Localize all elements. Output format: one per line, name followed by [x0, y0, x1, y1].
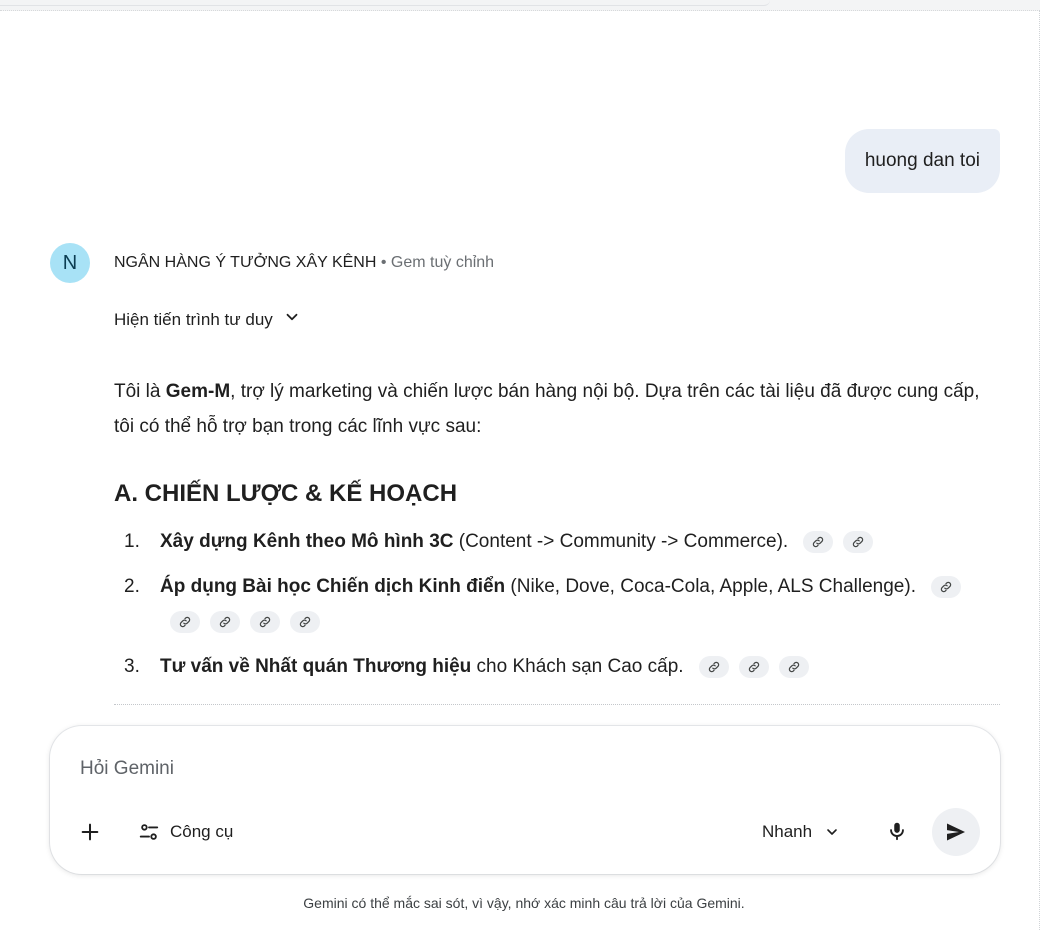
prompt-input[interactable] [80, 758, 780, 780]
answer-intro-paragraph: Tôi là Gem-M, trợ lý marketing và chiến … [114, 374, 1004, 444]
link-icon [748, 661, 760, 673]
gem-avatar-letter: N [62, 251, 78, 274]
show-thinking-toggle[interactable]: Hiện tiến trình tư duy [114, 308, 301, 331]
list-item-title: Xây dựng Kênh theo Mô hình 3C [160, 531, 454, 552]
tune-icon [139, 824, 159, 840]
citation-link[interactable] [698, 655, 729, 678]
list-item-text: (Content -> Community -> Commerce). [453, 531, 789, 552]
prompt-composer: Công cụ Nhanh [50, 726, 1000, 874]
link-icon [259, 616, 271, 628]
list-item: 1. Xây dựng Kênh theo Mô hình 3C (Conten… [114, 524, 1004, 559]
list-item-number: 1. [124, 531, 140, 552]
list-item-number: 2. [124, 576, 140, 597]
tools-button[interactable]: Công cụ [138, 818, 233, 846]
mic-icon [890, 822, 904, 841]
intro-bold: Gem-M [165, 381, 231, 402]
citation-link[interactable] [290, 610, 320, 633]
link-icon [788, 661, 800, 673]
citation-link[interactable] [843, 530, 874, 553]
mode-label: Nhanh [762, 822, 813, 841]
list-item-text: cho Khách sạn Cao cấp. [471, 656, 684, 677]
gem-type-label: Gem tuỳ chỉnh [390, 254, 495, 271]
list-item-text: (Nike, Dove, Coca-Cola, Apple, ALS Chall… [505, 576, 916, 597]
microphone-button[interactable] [882, 816, 912, 846]
citation-row [160, 604, 1004, 639]
link-icon [219, 616, 231, 628]
gem-separator: • [380, 254, 387, 271]
user-message-text: huong dan toi [864, 150, 980, 171]
intro-before: Tôi là [114, 381, 166, 402]
citation-link[interactable] [250, 610, 280, 633]
show-thinking-label: Hiện tiến trình tư duy [114, 309, 273, 329]
gem-header: NGÂN HÀNG Ý TƯỞNG XÂY KÊNH • Gem tuỳ chỉ… [114, 254, 494, 272]
citation-link[interactable] [778, 655, 809, 678]
send-icon [947, 823, 965, 841]
link-icon [813, 536, 824, 548]
list-item: 2. Áp dụng Bài học Chiến dịch Kinh điển … [114, 569, 1004, 639]
top-browser-strip [0, 0, 1040, 11]
answer-intro: Tôi là Gem-M, trợ lý marketing và chiến … [114, 374, 1004, 444]
gem-avatar: N [50, 243, 90, 283]
gem-name: NGÂN HÀNG Ý TƯỞNG XÂY KÊNH [114, 254, 377, 271]
content-divider [114, 704, 1000, 705]
list-item-title: Tư vấn về Nhất quán Thương hiệu [160, 656, 472, 677]
link-icon [853, 536, 864, 548]
chevron-down-icon [283, 308, 301, 331]
send-button[interactable] [932, 808, 980, 856]
list-item-number: 3. [124, 656, 140, 677]
tools-label: Công cụ [170, 822, 234, 841]
intro-after: , trợ lý marketing và chiến lược bán hàn… [114, 381, 980, 437]
link-icon [941, 581, 952, 593]
chevron-down-icon [827, 829, 837, 835]
citation-link[interactable] [210, 610, 240, 633]
user-message-bubble: huong dan toi [844, 129, 1000, 193]
link-icon [299, 616, 311, 628]
strategy-list: 1. Xây dựng Kênh theo Mô hình 3C (Conten… [114, 524, 1004, 694]
model-mode-selector[interactable]: Nhanh [762, 818, 840, 846]
citation-link[interactable] [738, 655, 769, 678]
section-heading: A. CHIẾN LƯỢC & KẾ HOẠCH [114, 480, 458, 507]
gemini-chat-page: huong dan toi N NGÂN HÀNG Ý TƯỞNG XÂY KÊ… [0, 0, 1040, 930]
citation-link[interactable] [803, 530, 834, 553]
list-item-title: Áp dụng Bài học Chiến dịch Kinh điển [160, 576, 506, 597]
add-button[interactable] [76, 818, 104, 846]
list-item: 3. Tư vấn về Nhất quán Thương hiệu cho K… [114, 649, 1004, 684]
citation-link[interactable] [170, 610, 200, 633]
top-strip-edge [0, 0, 770, 6]
plus-icon [81, 823, 99, 841]
disclaimer-text: Gemini có thể mắc sai sót, vì vậy, nhớ x… [303, 895, 745, 911]
citation-link[interactable] [931, 575, 962, 598]
link-icon [708, 661, 720, 673]
link-icon [179, 616, 191, 628]
